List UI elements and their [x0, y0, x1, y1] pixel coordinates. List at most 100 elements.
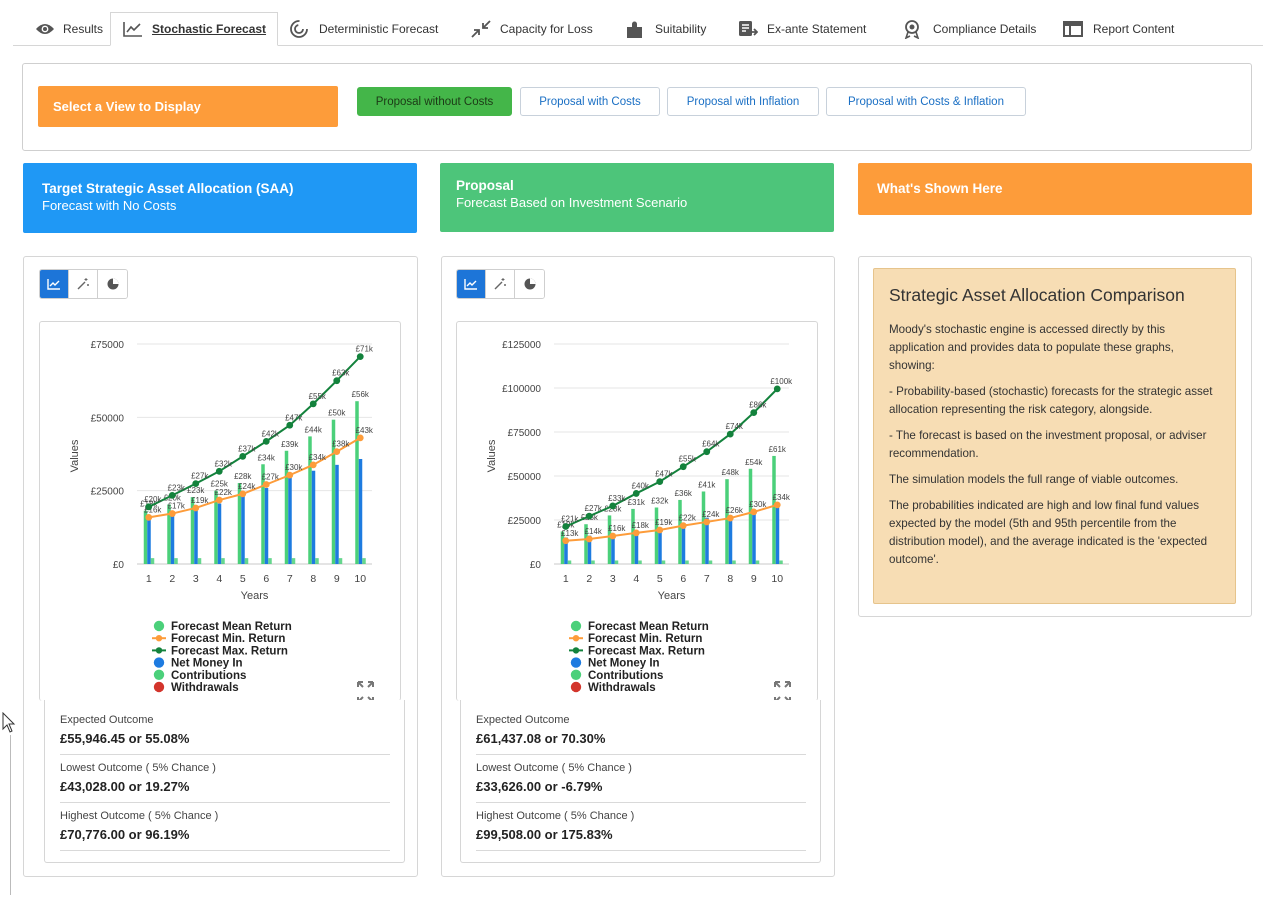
- y-tick-label: £75000: [91, 340, 125, 351]
- saa-header-title: Target Strategic Asset Allocation (SAA): [42, 181, 294, 196]
- shown-here-title: What's Shown Here: [877, 181, 1003, 196]
- y-tick-label: £25000: [508, 516, 542, 527]
- contributions-bar: [362, 558, 366, 564]
- max-return-data-label: £27k: [191, 472, 209, 481]
- x-tick-label: 7: [287, 573, 293, 585]
- min-return-point: [168, 510, 176, 517]
- min-return-point: [632, 529, 640, 537]
- tab-label: Compliance Details: [933, 22, 1037, 36]
- net-money-bar: [194, 508, 198, 564]
- tab-ex-ante-statement[interactable]: Ex-ante Statement: [738, 12, 873, 46]
- x-tick-label: 9: [334, 573, 340, 585]
- legend-label: Forecast Mean Return: [588, 621, 709, 633]
- info-title: Strategic Asset Allocation Comparison: [889, 285, 1185, 305]
- line-chart-icon: [47, 279, 60, 290]
- legend-marker: [572, 635, 580, 642]
- tab-results[interactable]: Results: [23, 12, 107, 46]
- max-return-point: [286, 421, 294, 429]
- mean-return-bar: [772, 455, 776, 564]
- line-chart-button[interactable]: [457, 270, 486, 298]
- lowest-outcome-value: £43,028.00 or 19.27%: [60, 779, 390, 803]
- max-return-point: [609, 502, 617, 510]
- tab-stochastic-forecast[interactable]: Stochastic Forecast: [110, 12, 278, 46]
- mean-data-label: £41k: [698, 480, 716, 489]
- mean-data-label: £61k: [769, 445, 787, 454]
- line-chart-button[interactable]: [40, 270, 69, 298]
- x-tick-label: 2: [169, 573, 175, 585]
- contributions-bar: [174, 558, 178, 564]
- expand-icon[interactable]: [357, 681, 374, 703]
- proposal-chart-card: £0 £25000 £50000 £75000 £100000 £125000 Values…: [456, 321, 818, 703]
- legend-label: Forecast Min. Return: [171, 633, 285, 645]
- max-return-point: [726, 430, 734, 438]
- pie-chart-button[interactable]: [515, 270, 544, 298]
- contributions-bar: [268, 558, 272, 564]
- tab-label: Suitability: [655, 22, 707, 36]
- min-return-data-label: £17k: [168, 502, 186, 511]
- view-option-proposal-without-costs[interactable]: Proposal without Costs: [357, 87, 512, 116]
- highest-outcome-value: £99,508.00 or 175.83%: [476, 827, 806, 851]
- min-return-data-label: £22k: [215, 488, 233, 497]
- tab-deterministic-forecast[interactable]: Deterministic Forecast: [289, 12, 449, 46]
- tab-compliance-details[interactable]: Compliance Details: [902, 12, 1052, 46]
- view-option-proposal-with-inflation[interactable]: Proposal with Inflation: [667, 87, 819, 116]
- saa-forecast-chart: £0£25000£50000£75000ValuesYears1£18k2£20…: [69, 340, 374, 703]
- y-tick-label: £125000: [502, 340, 541, 351]
- min-return-data-label: £30k: [749, 500, 767, 509]
- min-return-point: [262, 481, 270, 488]
- min-return-point: [562, 537, 570, 545]
- max-return-point: [262, 437, 270, 445]
- min-return-point: [215, 496, 223, 504]
- expected-outcome-label: Expected Outcome: [60, 714, 154, 726]
- mouse-cursor-icon: [2, 712, 16, 733]
- min-return-data-label: £24k: [702, 510, 720, 519]
- expected-outcome-label: Expected Outcome: [476, 714, 570, 726]
- proposal-header-subtitle: Forecast Based on Investment Scenario: [456, 195, 688, 210]
- max-return-data-label: £74k: [726, 422, 744, 431]
- proposal-header: Proposal Forecast Based on Investment Sc…: [440, 163, 834, 232]
- max-return-data-label: £20k: [144, 495, 162, 504]
- max-return-data-label: £64k: [702, 440, 720, 449]
- max-return-point: [356, 353, 364, 361]
- max-return-data-label: £71k: [356, 345, 374, 354]
- max-return-point: [585, 512, 593, 520]
- view-option-proposal-with-costs[interactable]: Proposal with Costs: [520, 87, 660, 116]
- x-tick-label: 9: [751, 573, 757, 585]
- tab-label: Stochastic Forecast: [152, 22, 267, 36]
- x-axis-label: Years: [658, 590, 686, 602]
- x-tick-label: 1: [563, 573, 569, 585]
- legend-label: Net Money In: [588, 658, 660, 670]
- proposal-outcomes: Expected Outcome £61,437.08 or 70.30% Lo…: [460, 700, 821, 863]
- y-tick-label: £0: [530, 560, 542, 571]
- max-return-data-label: £86k: [749, 401, 767, 410]
- y-tick-label: £100000: [502, 384, 541, 395]
- view-option-proposal-with-costs-inflation[interactable]: Proposal with Costs & Inflation: [826, 87, 1026, 116]
- saa-header: Target Strategic Asset Allocation (SAA) …: [23, 163, 417, 233]
- line-chart-icon: [123, 22, 142, 37]
- max-return-point: [168, 491, 176, 499]
- mean-data-label: £56k: [352, 390, 370, 399]
- tab-report-content[interactable]: Report Content: [1062, 12, 1192, 46]
- view-selector-title: Select a View to Display: [38, 86, 338, 127]
- tab-capacity-for-loss[interactable]: Capacity for Loss: [471, 12, 603, 46]
- x-tick-label: 5: [240, 573, 246, 585]
- saa-chart-type-group: [39, 269, 128, 299]
- mean-data-label: £39k: [281, 440, 299, 449]
- net-money-bar: [311, 470, 316, 564]
- tab-suitability[interactable]: Suitability: [625, 12, 715, 46]
- mean-return-bar: [748, 468, 753, 564]
- net-money-bar: [681, 526, 686, 564]
- expand-icon[interactable]: [774, 681, 791, 703]
- min-return-point: [773, 501, 781, 509]
- max-return-data-label: £27k: [585, 504, 603, 513]
- mean-data-label: £28k: [234, 472, 252, 481]
- max-return-data-label: £55k: [309, 392, 327, 401]
- scatter-chart-button[interactable]: [69, 270, 98, 298]
- min-return-point: [145, 513, 153, 521]
- pie-chart-button[interactable]: [98, 270, 127, 298]
- contributions-bar: [150, 558, 155, 564]
- x-axis-label: Years: [241, 590, 269, 602]
- net-money-bar: [335, 464, 339, 564]
- contributions-bar: [779, 560, 783, 564]
- scatter-chart-button[interactable]: [486, 270, 515, 298]
